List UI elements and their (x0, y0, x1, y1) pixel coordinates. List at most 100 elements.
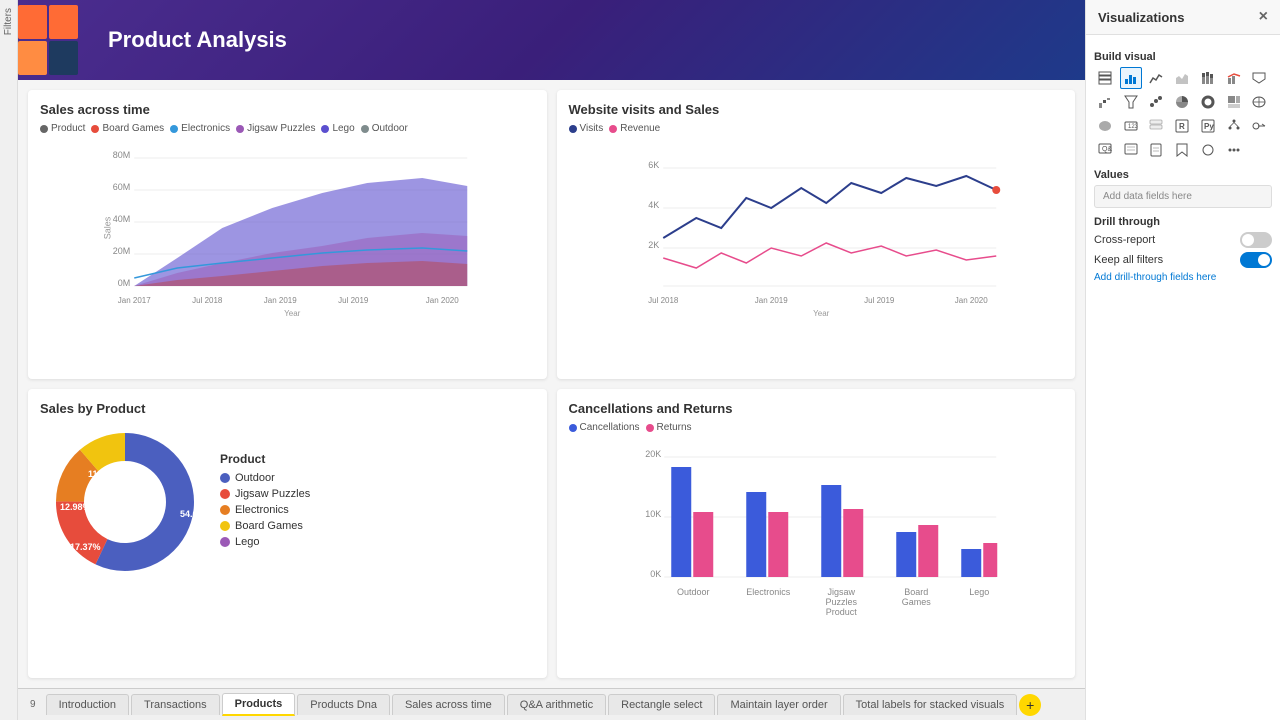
viz-paginated-icon[interactable] (1145, 139, 1167, 161)
cross-report-toggle[interactable] (1240, 232, 1272, 248)
viz-table-icon[interactable] (1094, 67, 1116, 89)
sales-across-time-panel: Sales across time Product Board Games El… (28, 90, 547, 379)
viz-line-icon[interactable] (1145, 67, 1167, 89)
svg-text:Games: Games (901, 597, 931, 607)
svg-text:Sales: Sales (102, 216, 112, 239)
svg-text:11.96%: 11.96% (88, 469, 118, 479)
legend-revenue: Revenue (609, 123, 660, 134)
svg-text:12.98%: 12.98% (60, 502, 91, 512)
sales-time-legend: Product Board Games Electronics Jigsaw P… (40, 123, 535, 134)
website-legend: Visits Revenue (569, 123, 1064, 134)
viz-waterfall-icon[interactable] (1094, 91, 1116, 113)
viz-shape-icon[interactable] (1197, 139, 1219, 161)
svg-text:17.37%: 17.37% (70, 542, 101, 552)
viz-pie-icon[interactable] (1171, 91, 1193, 113)
viz-ribbon-icon[interactable] (1248, 67, 1270, 89)
drill-through-title: Drill through (1094, 216, 1272, 228)
pie-legend: Product Outdoor Jigsaw Puzzles Electroni… (220, 452, 310, 552)
legend-item-lego: Lego (321, 123, 354, 134)
svg-text:40M: 40M (113, 214, 131, 224)
tab-products-dna[interactable]: Products Dna (297, 694, 390, 715)
viz-r-icon[interactable]: R (1171, 115, 1193, 137)
tab-bar: 9 Introduction Transactions Products Pro… (18, 688, 1085, 720)
keep-filters-label: Keep all filters (1094, 254, 1163, 266)
viz-body: Build visual (1086, 35, 1280, 720)
values-label: Values (1094, 169, 1272, 181)
tab-introduction[interactable]: Introduction (46, 694, 129, 715)
add-tab-button[interactable]: + (1019, 694, 1041, 716)
drill-through-section: Drill through Cross-report Keep all filt… (1094, 216, 1272, 283)
legend-item-product: Product (40, 123, 85, 134)
viz-stacked-bar-icon[interactable] (1197, 67, 1219, 89)
values-drop-area[interactable]: Add data fields here (1094, 185, 1272, 208)
viz-narrative-icon[interactable] (1120, 139, 1142, 161)
svg-text:Py: Py (1204, 122, 1214, 131)
svg-text:10K: 10K (645, 509, 661, 519)
svg-text:6K: 6K (648, 160, 659, 170)
viz-scatter-icon[interactable] (1145, 91, 1167, 113)
tab-total-labels[interactable]: Total labels for stacked visuals (843, 694, 1018, 715)
viz-close-button[interactable]: × (1259, 8, 1268, 26)
website-visits-panel: Website visits and Sales Visits Revenue … (557, 90, 1076, 379)
tab-rectangle-select[interactable]: Rectangle select (608, 694, 715, 715)
svg-text:Jan 2020: Jan 2020 (426, 296, 459, 305)
cross-report-knob (1242, 234, 1254, 246)
svg-text:80M: 80M (113, 150, 131, 160)
tab-sales-across-time[interactable]: Sales across time (392, 694, 505, 715)
tab-transactions[interactable]: Transactions (131, 694, 220, 715)
keep-filters-toggle[interactable] (1240, 252, 1272, 268)
tab-maintain-layer[interactable]: Maintain layer order (717, 694, 840, 715)
svg-text:Jul 2018: Jul 2018 (648, 296, 679, 305)
viz-python-icon[interactable]: Py (1197, 115, 1219, 137)
viz-icon-grid: 123 R Py Q&A (1094, 67, 1272, 161)
viz-treemap-icon[interactable] (1223, 91, 1245, 113)
sales-time-title: Sales across time (40, 102, 535, 117)
svg-text:Year: Year (813, 309, 830, 318)
cancellations-legend: Cancellations Returns (569, 422, 1064, 433)
cancellations-title: Cancellations and Returns (569, 401, 1064, 416)
legend-returns: Returns (646, 422, 692, 433)
add-drill-field-link[interactable]: Add drill-through fields here (1094, 272, 1272, 283)
svg-text:Outdoor: Outdoor (676, 587, 709, 597)
viz-combo-icon[interactable] (1223, 67, 1245, 89)
viz-header: Visualizations × (1086, 0, 1280, 35)
viz-qna-icon[interactable]: Q&A (1094, 139, 1116, 161)
viz-more-icon[interactable] (1223, 139, 1245, 161)
viz-bookmark-icon[interactable] (1171, 139, 1193, 161)
viz-decomp-icon[interactable] (1223, 115, 1245, 137)
sales-by-product-panel: Sales by Product 11.96% (28, 389, 547, 678)
svg-text:20M: 20M (113, 246, 131, 256)
viz-filled-map-icon[interactable] (1094, 115, 1116, 137)
page-title: Product Analysis (108, 27, 287, 53)
svg-text:Lego: Lego (969, 587, 989, 597)
viz-map-icon[interactable] (1248, 91, 1270, 113)
svg-text:Jan 2020: Jan 2020 (954, 296, 987, 305)
svg-text:Jigsaw: Jigsaw (827, 587, 855, 597)
sales-time-chart: 80M 60M 40M 20M 0M Sales (40, 138, 535, 318)
svg-text:Electronics: Electronics (746, 587, 791, 597)
svg-text:Jul 2019: Jul 2019 (338, 296, 369, 305)
legend-item-boardgames: Board Games (91, 123, 164, 134)
viz-multirow-card-icon[interactable] (1145, 115, 1167, 137)
pie-outdoor: Outdoor (220, 472, 310, 484)
svg-text:2K: 2K (648, 240, 659, 250)
tab-qa[interactable]: Q&A arithmetic (507, 694, 606, 715)
legend-visits: Visits (569, 123, 604, 134)
sales-product-title: Sales by Product (40, 401, 535, 416)
cross-report-label: Cross-report (1094, 234, 1155, 246)
tab-products[interactable]: Products (222, 693, 296, 716)
svg-text:60M: 60M (113, 182, 131, 192)
viz-donut-icon[interactable] (1197, 91, 1219, 113)
dashboard-body: Sales across time Product Board Games El… (18, 80, 1085, 688)
svg-text:Year: Year (284, 309, 301, 318)
build-visual-label: Build visual (1094, 51, 1272, 63)
svg-text:Q&A: Q&A (1102, 146, 1112, 153)
viz-funnel-icon[interactable] (1120, 91, 1142, 113)
viz-bar-icon[interactable] (1120, 67, 1142, 89)
viz-title: Visualizations (1098, 10, 1184, 25)
filter-label: Filters (3, 8, 14, 35)
viz-card-icon[interactable]: 123 (1120, 115, 1142, 137)
page-counter: 9 (22, 699, 44, 710)
viz-area-icon[interactable] (1171, 67, 1193, 89)
viz-key-influencer-icon[interactable] (1248, 115, 1270, 137)
